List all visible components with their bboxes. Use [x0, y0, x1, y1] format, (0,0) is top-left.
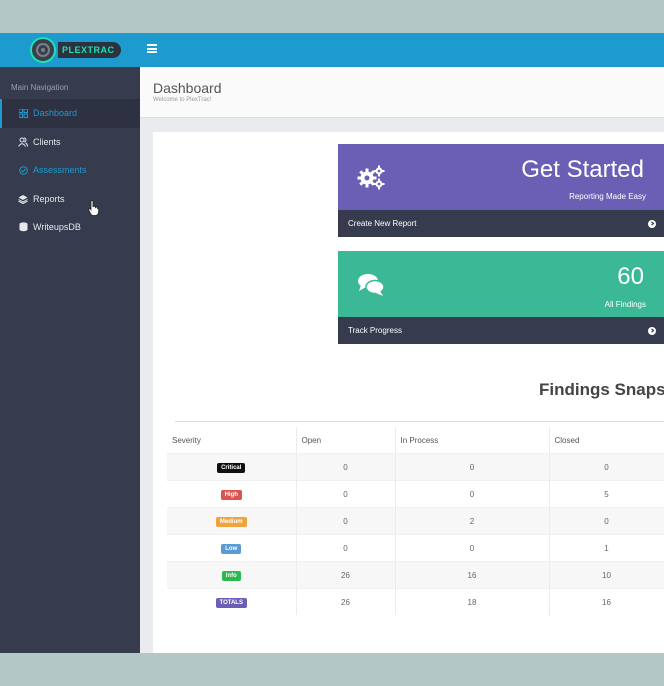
chevron-right-icon	[648, 326, 656, 335]
severity-badge: Info	[221, 570, 241, 581]
in-process-cell: 0	[395, 534, 550, 562]
sidebar-item-label: Reports	[33, 193, 65, 204]
sidebar-item-dashboard[interactable]: Dashboard	[0, 99, 140, 128]
severity-badge: Critical	[217, 462, 246, 473]
page-title: Dashboard	[153, 80, 222, 96]
in-process-cell: 16	[395, 561, 550, 589]
layers-icon	[18, 194, 28, 204]
severity-cell: High	[167, 480, 297, 508]
table-row: Medium 0 2 0	[167, 507, 664, 535]
severity-badge: High	[220, 489, 242, 500]
create-new-report-label: Create New Report	[348, 219, 417, 228]
sidebar-item-label: WriteupsDB	[33, 222, 81, 233]
logo[interactable]: PLEXTRAC	[30, 37, 121, 63]
closed-cell: 0	[549, 507, 664, 535]
page-header: Dashboard Welcome to PlexTrac!	[140, 67, 664, 118]
in-process-cell: 0	[395, 480, 550, 508]
findings-card[interactable]: 60 All Findings Track Progress	[338, 251, 664, 344]
closed-cell: 5	[549, 480, 664, 508]
open-cell: 26	[296, 561, 396, 589]
check-circle-icon	[18, 165, 28, 175]
get-started-subtitle: Reporting Made Easy	[569, 192, 646, 201]
severity-cell: Critical	[167, 453, 297, 481]
get-started-card-body: Get Started Reporting Made Easy	[338, 144, 664, 210]
findings-card-body: 60 All Findings	[338, 251, 664, 317]
divider	[175, 421, 664, 422]
sidebar: Main Navigation Dashboard Clients Assess…	[0, 67, 140, 653]
get-started-card[interactable]: Get Started Reporting Made Easy Create N…	[338, 144, 664, 237]
gears-icon	[357, 165, 385, 190]
sidebar-item-reports[interactable]: Reports	[0, 185, 140, 214]
logo-icon	[30, 37, 56, 63]
sidebar-item-assessments[interactable]: Assessments	[0, 156, 140, 185]
dashboard-panel: Get Started Reporting Made Easy Create N…	[153, 132, 664, 653]
menu-toggle-icon[interactable]	[147, 44, 157, 53]
track-progress-label: Track Progress	[348, 326, 402, 335]
sidebar-title: Main Navigation	[11, 83, 69, 92]
severity-badge: Low	[221, 543, 242, 554]
top-bar: PLEXTRAC	[0, 33, 664, 67]
closed-cell: 10	[549, 561, 664, 589]
table-row: Critical 0 0 0	[167, 453, 664, 481]
database-icon	[18, 222, 28, 232]
open-cell: 0	[296, 507, 396, 535]
get-started-title: Get Started	[521, 156, 644, 183]
closed-cell: 0	[549, 453, 664, 481]
severity-cell: Medium	[167, 507, 297, 535]
severity-badge: TOTALS	[215, 597, 247, 608]
comments-icon	[358, 274, 385, 296]
severity-badge: Medium	[215, 516, 247, 527]
findings-snapshot-title: Findings Snapsh	[539, 380, 664, 399]
chevron-right-icon	[648, 219, 656, 228]
hand-cursor-icon	[88, 200, 99, 216]
table-header-row: Severity Open In Process Closed	[167, 427, 664, 454]
users-icon	[18, 137, 28, 147]
table-row: TOTALS 26 18 16	[167, 588, 664, 615]
severity-cell: Low	[167, 534, 297, 562]
findings-table: Severity Open In Process Closed Critical…	[167, 427, 664, 615]
column-header-in-process: In Process	[395, 427, 550, 454]
table-row: High 0 0 5	[167, 480, 664, 508]
page-subtitle: Welcome to PlexTrac!	[153, 97, 212, 103]
closed-cell: 1	[549, 534, 664, 562]
create-new-report-link[interactable]: Create New Report	[338, 210, 664, 237]
logo-text: PLEXTRAC	[58, 42, 121, 58]
findings-subtitle: All Findings	[604, 300, 646, 309]
sidebar-item-writeupsdb[interactable]: WriteupsDB	[0, 213, 140, 242]
severity-cell: Info	[167, 561, 297, 589]
findings-count: 60	[617, 263, 644, 290]
table-row: Low 0 0 1	[167, 534, 664, 562]
in-process-cell: 0	[395, 453, 550, 481]
open-cell: 0	[296, 534, 396, 562]
column-header-closed: Closed	[549, 427, 664, 454]
open-cell: 0	[296, 453, 396, 481]
grid-icon	[18, 108, 28, 118]
open-cell: 26	[296, 588, 396, 615]
sidebar-item-label: Dashboard	[33, 108, 78, 119]
sidebar-item-clients[interactable]: Clients	[0, 128, 140, 157]
closed-cell: 16	[549, 588, 664, 615]
in-process-cell: 2	[395, 507, 550, 535]
column-header-severity: Severity	[167, 427, 297, 454]
track-progress-link[interactable]: Track Progress	[338, 317, 664, 344]
severity-cell: TOTALS	[167, 588, 297, 615]
table-row: Info 26 16 10	[167, 561, 664, 589]
column-header-open: Open	[296, 427, 396, 454]
sidebar-item-label: Clients	[33, 136, 61, 147]
open-cell: 0	[296, 480, 396, 508]
sidebar-item-label: Assessments	[33, 165, 87, 176]
in-process-cell: 18	[395, 588, 550, 615]
app-window: PLEXTRAC Main Navigation Dashboard Clien…	[0, 33, 664, 653]
